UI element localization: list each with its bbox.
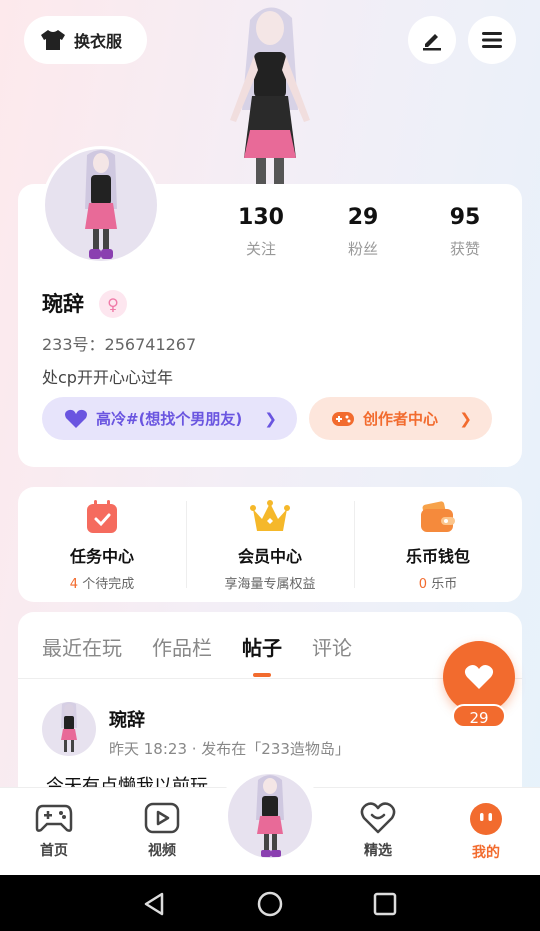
service-count: 4 [69,577,79,592]
like-button[interactable] [443,641,515,713]
service-count: 0 [418,577,428,592]
avatar-character-figure[interactable] [210,0,330,188]
stat-value: 29 [347,205,379,230]
user-id[interactable]: 233号：256741267 [42,331,196,355]
center-avatar-figure [256,775,284,857]
dress-up-button[interactable]: 换衣服 [24,16,147,64]
avatar[interactable] [42,146,160,264]
bio: 处cp开开心心过年 [42,368,173,387]
calendar-check-icon [87,500,117,533]
nav-label: 视频 [148,843,176,859]
nav-mine[interactable]: 我的 [446,802,526,862]
wallet-icon [421,501,455,532]
gamepad-icon [332,411,354,426]
group-pill-label: 高冷#(想找个男朋友) [96,410,243,428]
tab-recently-played[interactable]: 最近在玩 [42,632,122,661]
nav-featured[interactable]: 精选 [338,802,418,860]
creator-center-pill[interactable]: 创作者中心 ❯ [309,397,492,440]
tab-works[interactable]: 作品栏 [152,632,212,661]
stat-likes[interactable]: 95 获赞 [415,205,515,259]
service-title: 乐币钱包 [405,547,470,566]
home-circle-icon[interactable] [257,891,283,917]
post-avatar-figure [61,702,77,752]
dress-up-label: 换衣服 [74,32,123,51]
stat-followers[interactable]: 29 粉丝 [313,205,413,259]
content-tabs: 最近在玩 作品栏 帖子 评论 [42,632,352,661]
stat-value: 95 [449,205,481,230]
back-triangle-icon[interactable] [142,891,168,917]
stat-label: 粉丝 [347,240,378,258]
post-author-name[interactable]: 琬辞 [109,706,145,732]
video-play-icon [144,802,180,834]
menu-icon [482,32,502,48]
chevron-right-icon: ❯ [459,409,472,428]
stat-following[interactable]: 130 关注 [211,205,311,259]
service-card: 任务中心 4 个待完成 会员中心 享海量专属权益 乐币钱包 0 乐币 [18,487,522,602]
avatar-figure [85,150,117,259]
group-pill[interactable]: 高冷#(想找个男朋友) ❯ [42,397,297,440]
heart-icon [464,665,494,689]
post-author-avatar[interactable] [42,702,96,756]
tab-comments[interactable]: 评论 [312,632,352,661]
service-subtitle: 0 乐币 [419,573,457,592]
edit-icon [423,34,441,51]
shirt-icon [41,30,65,50]
service-title: 任务中心 [69,547,134,566]
female-gender-icon: ♀ [99,290,127,318]
member-center[interactable]: 会员中心 享海量专属权益 [186,487,354,602]
nav-label: 首页 [40,843,68,859]
stat-label: 获赞 [449,240,480,258]
service-subtitle: 4 个待完成 [70,573,134,592]
nav-home[interactable]: 首页 [14,802,94,860]
service-sub-text: 乐币 [427,577,458,592]
nav-video[interactable]: 视频 [122,802,202,860]
service-subtitle: 享海量专属权益 [224,577,316,592]
stat-value: 130 [238,205,284,230]
task-center[interactable]: 任务中心 4 个待完成 [18,487,186,602]
nav-label: 我的 [472,845,500,861]
menu-button[interactable] [468,16,516,64]
stat-label: 关注 [245,240,276,258]
chevron-right-icon: ❯ [264,409,277,428]
nav-center-avatar[interactable] [228,774,312,858]
wallet[interactable]: 乐币钱包 0 乐币 [354,487,522,602]
heart-icon [65,409,87,428]
recents-square-icon[interactable] [372,891,398,917]
profile-face-icon [470,803,502,835]
heart-chat-icon [360,802,396,834]
edit-button[interactable] [408,16,456,64]
creator-center-label: 创作者中心 [363,410,439,428]
like-count-badge: 29 [452,704,506,728]
nav-label: 精选 [364,843,392,859]
post-meta: 昨天 18:23 · 发布在「233造物岛」 [109,740,350,758]
gamepad-icon [35,804,73,832]
service-title: 会员中心 [237,547,302,566]
service-sub-text: 个待完成 [78,577,135,592]
system-nav-bar [0,875,540,931]
username: 琬辞 [42,292,84,316]
crown-icon [250,500,290,531]
tab-posts[interactable]: 帖子 [242,632,282,661]
